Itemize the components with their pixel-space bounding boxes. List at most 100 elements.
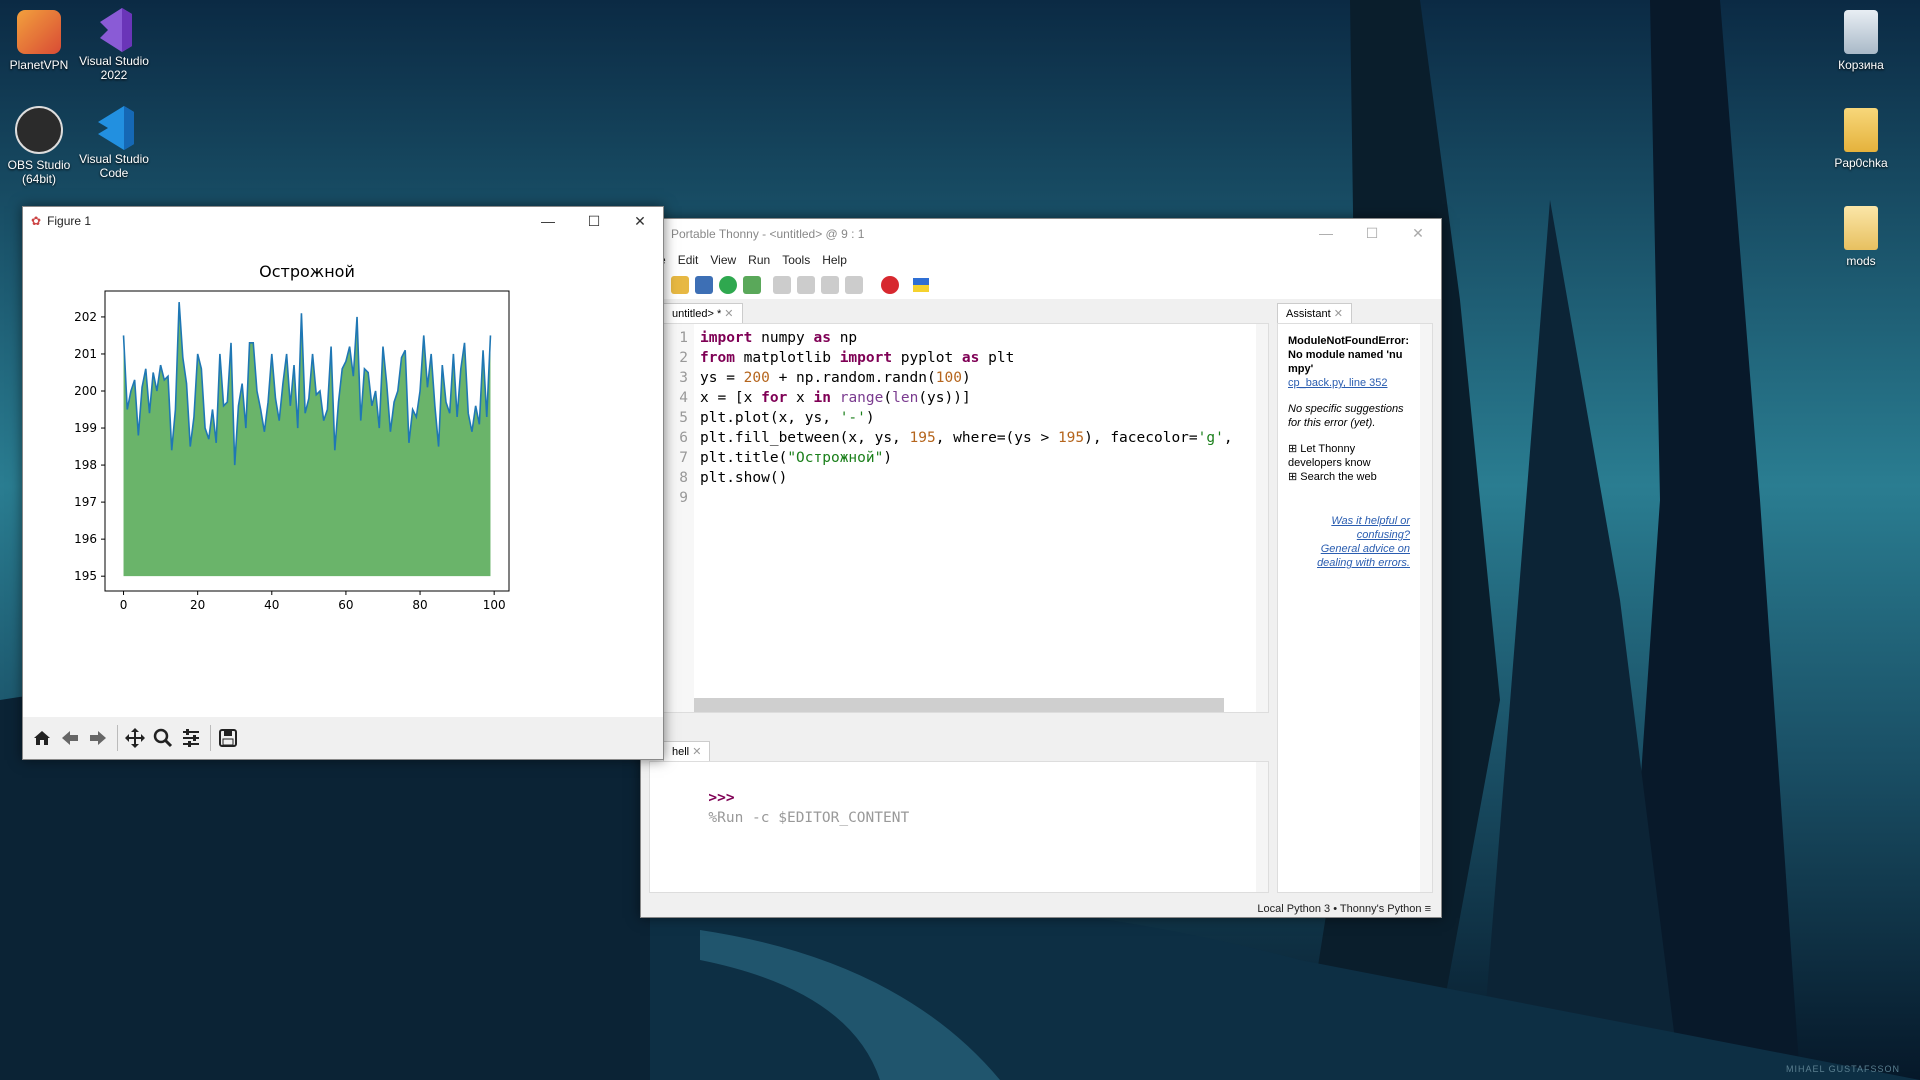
- visual-studio-icon: [92, 6, 136, 52]
- line-number: 2: [679, 350, 688, 366]
- code-editor[interactable]: 123456789 import numpy as np from matplot…: [663, 323, 1269, 713]
- code-token: len: [892, 390, 919, 406]
- y-tick-label: 195: [74, 569, 97, 583]
- desktop-icon-visual-studio-2022[interactable]: Visual Studio 2022: [69, 6, 159, 82]
- shell-tab-label: hell: [672, 746, 690, 758]
- save-icon[interactable]: [695, 276, 713, 294]
- desktop-icon-recycle-bin[interactable]: Корзина: [1816, 10, 1906, 72]
- code-token: ): [961, 370, 971, 386]
- code-token: for: [761, 390, 788, 406]
- assistant-scrollbar[interactable]: [1420, 324, 1432, 892]
- close-tab-icon[interactable]: ✕: [1334, 308, 1343, 320]
- feedback-link[interactable]: Was it helpful or confusing?: [1288, 514, 1410, 542]
- obs-icon: [15, 106, 63, 154]
- code-token: x: [787, 390, 814, 406]
- code-token: from: [700, 350, 735, 366]
- minimize-button[interactable]: —: [1303, 219, 1349, 247]
- open-icon[interactable]: [671, 276, 689, 294]
- folder-icon: [1844, 108, 1878, 152]
- menu-edit[interactable]: Edit: [678, 253, 699, 267]
- shell-scrollbar[interactable]: [1256, 762, 1268, 892]
- line-number: 9: [679, 490, 688, 506]
- code-token: + np.random.randn(: [769, 370, 936, 386]
- pan-icon[interactable]: [122, 725, 148, 751]
- shell-command: %Run -c $EDITOR_CONTENT: [708, 810, 910, 826]
- code-token: plt.fill_between(x, ys,: [700, 430, 910, 446]
- code-token: 195: [909, 430, 936, 446]
- close-button[interactable]: ✕: [1395, 219, 1441, 247]
- ukraine-flag-icon[interactable]: [913, 278, 929, 292]
- home-icon[interactable]: [29, 725, 55, 751]
- error-location-link[interactable]: cp_back.py, line 352: [1288, 376, 1410, 390]
- code-token: as: [961, 350, 980, 366]
- desktop-icon-label: Pap0chka: [1834, 156, 1888, 170]
- configure-icon[interactable]: [178, 725, 204, 751]
- debug-icon[interactable]: [743, 276, 761, 294]
- back-icon[interactable]: [57, 725, 83, 751]
- x-tick-label: 20: [190, 598, 205, 612]
- save-icon[interactable]: [215, 725, 241, 751]
- thonny-window: Portable Thonny - <untitled> @ 9 : 1 — ☐…: [640, 218, 1442, 918]
- maximize-button[interactable]: ☐: [571, 207, 617, 235]
- menu-help[interactable]: Help: [822, 253, 847, 267]
- desktop-icon-label: mods: [1846, 254, 1876, 268]
- stop-icon[interactable]: [881, 276, 899, 294]
- step-out-icon[interactable]: [821, 276, 839, 294]
- close-tab-icon[interactable]: ✕: [724, 308, 733, 320]
- line-number: 8: [679, 470, 688, 486]
- line-numbers: 1 2 3 4 5 6 7 8 9: [664, 324, 694, 508]
- advice-link[interactable]: General advice on dealing with errors.: [1288, 542, 1410, 570]
- status-bar[interactable]: Local Python 3 • Thonny's Python ≡: [1257, 903, 1431, 915]
- code-text[interactable]: import numpy as np from matplotlib import…: [700, 328, 1233, 508]
- line-number: 7: [679, 450, 688, 466]
- code-token: "Острожной": [787, 450, 884, 466]
- forward-icon[interactable]: [85, 725, 111, 751]
- run-icon[interactable]: [719, 276, 737, 294]
- zoom-icon[interactable]: [150, 725, 176, 751]
- step-over-icon[interactable]: [773, 276, 791, 294]
- shell-panel[interactable]: >>> %Run -c $EDITOR_CONTENT: [649, 761, 1269, 893]
- editor-vertical-scrollbar[interactable]: [1256, 324, 1268, 712]
- code-token: '-': [839, 410, 866, 426]
- assistant-tab-label: Assistant: [1286, 308, 1331, 320]
- expand-search[interactable]: ⊞ Search the web: [1288, 470, 1410, 484]
- desktop-icon-mods[interactable]: mods: [1816, 206, 1906, 268]
- code-token: plt.title(: [700, 450, 788, 466]
- code-token: 200: [743, 370, 770, 386]
- x-tick-label: 100: [483, 598, 506, 612]
- maximize-button[interactable]: ☐: [1349, 219, 1395, 247]
- close-tab-icon[interactable]: ✕: [692, 746, 701, 758]
- y-tick-label: 199: [74, 421, 97, 435]
- close-button[interactable]: ✕: [617, 207, 663, 235]
- editor-tab[interactable]: untitled> * ✕: [663, 303, 743, 323]
- menu-view[interactable]: View: [710, 253, 736, 267]
- desktop-watermark: MIHAEL GUSTAFSSON: [1785, 1064, 1900, 1074]
- code-token: plt.plot(x, ys,: [700, 410, 840, 426]
- expand-report[interactable]: ⊞ Let Thonny developers know: [1288, 442, 1410, 470]
- code-token: (: [883, 390, 893, 406]
- code-token: 195: [1057, 430, 1085, 446]
- shell-tab[interactable]: hell ✕: [663, 741, 711, 761]
- code-token: import: [839, 350, 893, 366]
- line-number: 4: [679, 390, 688, 406]
- code-token: ): [883, 450, 893, 466]
- menu-run[interactable]: Run: [748, 253, 770, 267]
- desktop-icon-vscode[interactable]: Visual Studio Code: [69, 104, 159, 180]
- thonny-titlebar[interactable]: Portable Thonny - <untitled> @ 9 : 1 — ☐…: [641, 219, 1441, 249]
- resume-icon[interactable]: [845, 276, 863, 294]
- code-token: np: [830, 330, 858, 346]
- assistant-tab[interactable]: Assistant ✕: [1277, 303, 1352, 323]
- figure-canvas[interactable]: Острожной 0 20 40 60 80 100 195 196 197 198 199 200 2…: [23, 235, 663, 715]
- editor-horizontal-scrollbar[interactable]: [694, 698, 1224, 712]
- step-into-icon[interactable]: [797, 276, 815, 294]
- expand-report-label: Let Thonny developers know: [1288, 443, 1371, 469]
- code-line: from matplotlib import pyplot as plt: [700, 348, 1233, 368]
- code-token: pyplot: [892, 350, 962, 366]
- minimize-button[interactable]: —: [525, 207, 571, 235]
- figure-titlebar[interactable]: ✿ Figure 1 — ☐ ✕: [23, 207, 663, 235]
- figure-window: ✿ Figure 1 — ☐ ✕ Острожной 0 20 40 60 80 100 19…: [22, 206, 664, 760]
- menu-tools[interactable]: Tools: [782, 253, 810, 267]
- desktop-icon-pap0chka[interactable]: Pap0chka: [1816, 108, 1906, 170]
